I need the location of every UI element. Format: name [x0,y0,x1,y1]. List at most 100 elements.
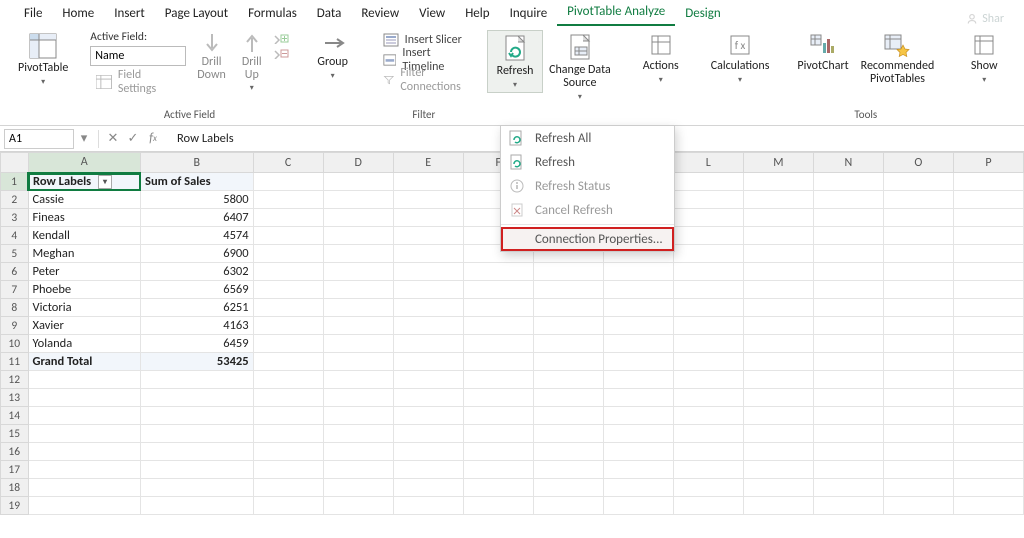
expand-field-icon[interactable] [273,32,289,44]
tab-bar: File Home Insert Page Layout Formulas Da… [0,0,1024,26]
cell-A7[interactable]: Phoebe [28,281,141,299]
col-header-D[interactable]: D [323,153,393,173]
refresh-menuitem[interactable]: Refresh [501,150,674,174]
drill-up-button[interactable]: Drill Up ▾ [237,30,267,95]
cell-A4[interactable]: Kendall [28,227,141,245]
col-header-O[interactable]: O [883,153,953,173]
cell-B4[interactable]: 4574 [141,227,254,245]
name-box[interactable] [4,129,74,149]
row-header-13[interactable]: 13 [1,389,29,407]
cancel-icon[interactable]: ✕ [103,129,123,149]
cell-B8[interactable]: 6251 [141,299,254,317]
name-dropdown-icon[interactable]: ▾ [74,129,94,149]
filter-connections-button[interactable]: Filter Connections [377,70,471,90]
row-header-7[interactable]: 7 [1,281,29,299]
active-field-input[interactable] [90,46,186,66]
row-header-10[interactable]: 10 [1,335,29,353]
share-icon [966,13,978,25]
tab-file[interactable]: File [14,2,52,26]
refresh-status-menuitem[interactable]: Refresh Status [501,174,674,198]
tab-home[interactable]: Home [52,2,104,26]
row-header-4[interactable]: 4 [1,227,29,245]
col-header-M[interactable]: M [743,153,813,173]
cell-A8[interactable]: Victoria [28,299,141,317]
row-header-1[interactable]: 1 [1,173,29,191]
row-header-17[interactable]: 17 [1,461,29,479]
recommended-pivottables-button[interactable]: Recommended PivotTables [855,30,941,88]
cell-B6[interactable]: 6302 [141,263,254,281]
pivotchart-label: PivotChart [797,60,848,73]
timeline-icon [383,53,397,67]
cell-A3[interactable]: Fineas [28,209,141,227]
row-header-3[interactable]: 3 [1,209,29,227]
row-header-19[interactable]: 19 [1,497,29,515]
tab-design[interactable]: Design [675,2,730,26]
change-data-source-button[interactable]: Change Data Source ▾ [543,30,617,104]
row-header-2[interactable]: 2 [1,191,29,209]
cell-A2[interactable]: Cassie [28,191,141,209]
cell-A6[interactable]: Peter [28,263,141,281]
cell-A1[interactable]: Row Labels ▾ [28,173,141,191]
tab-inquire[interactable]: Inquire [500,2,558,26]
col-header-N[interactable]: N [813,153,883,173]
cell-B1[interactable]: Sum of Sales [141,173,254,191]
tab-insert[interactable]: Insert [104,2,155,26]
pivotchart-button[interactable]: PivotChart [791,30,854,88]
share-button[interactable]: Shar [966,12,1010,26]
tab-help[interactable]: Help [455,2,499,26]
tab-data[interactable]: Data [307,2,352,26]
row-header-9[interactable]: 9 [1,317,29,335]
tab-pivottable-analyze[interactable]: PivotTable Analyze [557,0,675,26]
show-button[interactable]: Show ▾ [956,30,1012,87]
row-header-15[interactable]: 15 [1,425,29,443]
actions-button[interactable]: Actions ▾ [633,30,689,87]
row-header-18[interactable]: 18 [1,479,29,497]
refresh-button[interactable]: Refresh ▾ [487,30,543,93]
tab-page-layout[interactable]: Page Layout [155,2,238,26]
row-header-14[interactable]: 14 [1,407,29,425]
cell-B11[interactable]: 53425 [141,353,254,371]
cell-A5[interactable]: Meghan [28,245,141,263]
row-header-16[interactable]: 16 [1,443,29,461]
col-header-B[interactable]: B [141,153,254,173]
cell-B7[interactable]: 6569 [141,281,254,299]
chevron-down-icon: ▾ [659,76,663,85]
collapse-field-icon[interactable] [273,47,289,59]
svg-text:f x: f x [735,39,746,52]
group-button[interactable]: Group ▾ [305,30,361,83]
tab-formulas[interactable]: Formulas [238,2,307,26]
cell-A9[interactable]: Xavier [28,317,141,335]
select-all-corner[interactable] [1,153,29,173]
tab-review[interactable]: Review [351,2,409,26]
fx-icon[interactable]: fx [143,129,163,149]
refresh-all-menuitem[interactable]: Refresh All [501,126,674,150]
row-header-11[interactable]: 11 [1,353,29,371]
pivottable-button[interactable]: PivotTable ▾ [12,30,74,89]
row-header-6[interactable]: 6 [1,263,29,281]
drill-down-button[interactable]: Drill Down [192,30,231,84]
row-header-8[interactable]: 8 [1,299,29,317]
row-header-12[interactable]: 12 [1,371,29,389]
pivottable-icon [29,33,57,59]
refresh-icon [502,34,528,62]
row-header-5[interactable]: 5 [1,245,29,263]
col-header-A[interactable]: A [28,153,141,173]
cell-B5[interactable]: 6900 [141,245,254,263]
cell-A11[interactable]: Grand Total [28,353,141,371]
cancel-refresh-menuitem[interactable]: Cancel Refresh [501,198,674,222]
pivot-filter-icon[interactable]: ▾ [98,175,112,189]
cell-B9[interactable]: 4163 [141,317,254,335]
col-header-P[interactable]: P [953,153,1023,173]
connection-properties-menuitem[interactable]: Connection Properties... [501,227,674,251]
col-header-E[interactable]: E [393,153,463,173]
field-settings-button[interactable]: Field Settings [90,72,186,92]
col-header-C[interactable]: C [253,153,323,173]
cell-B10[interactable]: 6459 [141,335,254,353]
cell-B3[interactable]: 6407 [141,209,254,227]
tab-view[interactable]: View [409,2,455,26]
calculations-button[interactable]: f x Calculations ▾ [705,30,776,87]
cell-B2[interactable]: 5800 [141,191,254,209]
accept-icon[interactable]: ✓ [123,129,143,149]
cell-A10[interactable]: Yolanda [28,335,141,353]
col-header-L[interactable]: L [673,153,743,173]
